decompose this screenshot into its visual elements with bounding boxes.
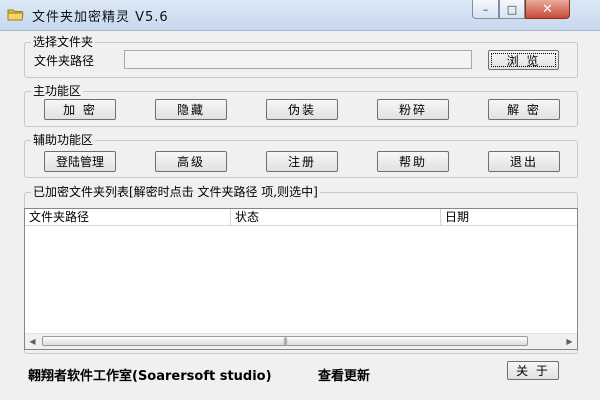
window-title: 文件夹加密精灵 V5.6	[32, 10, 169, 25]
main-functions-group-label: 主功能区	[31, 83, 84, 99]
hide-button[interactable]: 隐藏	[155, 99, 227, 120]
title-bar[interactable]: 文件夹加密精灵 V5.6 – □ ✕	[0, 0, 600, 31]
folder-path-input[interactable]	[124, 50, 472, 69]
column-header-folder-path[interactable]: 文件夹路径	[25, 209, 231, 225]
encrypted-list-group-label: 已加密文件夹列表[解密时点击 文件夹路径 项,则选中]	[31, 184, 320, 200]
maximize-button[interactable]: □	[499, 0, 525, 19]
about-button[interactable]: 关 于	[507, 361, 559, 380]
scroll-right-icon[interactable]: ▶	[562, 334, 577, 349]
decrypt-button[interactable]: 解 密	[488, 99, 560, 120]
encrypted-folder-list[interactable]: 文件夹路径 状态 日期 ◀ ||| ▶	[24, 208, 578, 350]
exit-button[interactable]: 退出	[488, 151, 560, 172]
folder-select-group-label: 选择文件夹	[31, 34, 96, 50]
minimize-icon: –	[482, 2, 489, 16]
login-manage-button[interactable]: 登陆管理	[44, 151, 116, 172]
folder-icon	[7, 6, 24, 21]
close-button[interactable]: ✕	[525, 0, 570, 19]
column-header-status[interactable]: 状态	[231, 209, 441, 225]
scroll-left-icon[interactable]: ◀	[25, 334, 40, 349]
register-button[interactable]: 注册	[266, 151, 338, 172]
shred-button[interactable]: 粉碎	[377, 99, 449, 120]
close-icon: ✕	[542, 1, 553, 17]
check-update-link[interactable]: 查看更新	[318, 365, 370, 384]
studio-label: 翱翔者软件工作室(Soarersoft studio)	[28, 369, 272, 384]
list-header: 文件夹路径 状态 日期	[25, 209, 577, 226]
minimize-button[interactable]: –	[472, 0, 499, 19]
maximize-icon: □	[506, 2, 518, 16]
disguise-button[interactable]: 伪装	[266, 99, 338, 120]
advanced-button[interactable]: 高级	[155, 151, 227, 172]
horizontal-scrollbar[interactable]: ◀ ||| ▶	[25, 333, 577, 349]
folder-path-label: 文件夹路径	[34, 54, 95, 68]
aux-functions-group-label: 辅助功能区	[31, 132, 96, 148]
app-window: 文件夹加密精灵 V5.6 – □ ✕ 选择文件夹 文件夹路径 浏 览 主功能区 …	[0, 0, 600, 400]
encrypt-button[interactable]: 加 密	[44, 99, 116, 120]
help-button[interactable]: 帮助	[377, 151, 449, 172]
scrollbar-thumb[interactable]: |||	[42, 336, 528, 346]
column-header-date[interactable]: 日期	[441, 209, 577, 225]
browse-button[interactable]: 浏 览	[488, 50, 559, 70]
grip-icon: |||	[282, 337, 288, 345]
